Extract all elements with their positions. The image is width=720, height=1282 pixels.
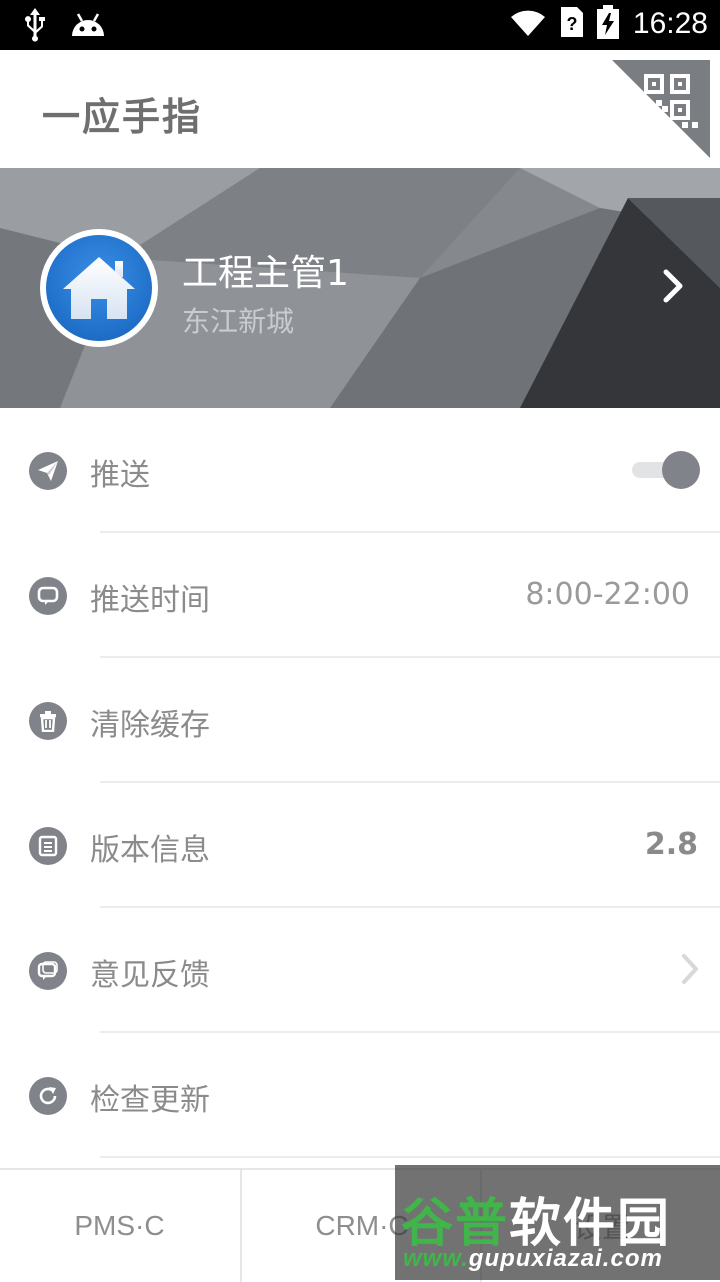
- settings-row-push[interactable]: 推送: [0, 408, 720, 533]
- settings-row-clear-cache[interactable]: 清除缓存: [0, 658, 720, 783]
- wifi-icon: [509, 7, 547, 41]
- app-title: 一应手指: [42, 95, 203, 139]
- tab-pms[interactable]: PMS·C: [0, 1170, 239, 1282]
- settings-row-version[interactable]: 版本信息 2.8: [0, 783, 720, 908]
- push-toggle[interactable]: [632, 450, 700, 490]
- chevron-right-icon: [662, 268, 684, 308]
- qr-code-icon[interactable]: [612, 60, 710, 158]
- divider: [100, 1156, 720, 1158]
- document-icon: [29, 827, 67, 865]
- usb-icon: [22, 8, 48, 46]
- settings-label: 版本信息: [90, 833, 210, 868]
- version-value: 2.8: [644, 827, 698, 862]
- settings-row-push-time[interactable]: 推送时间 8:00-22:00: [0, 533, 720, 658]
- settings-label: 清除缓存: [90, 708, 210, 743]
- settings-label: 意见反馈: [90, 958, 210, 993]
- profile-community: 东江新城: [182, 305, 295, 338]
- profile-banner[interactable]: 工程主管1 东江新城: [0, 168, 720, 408]
- watermark: 谷普软件园 www.gupuxiazai.com: [395, 1165, 720, 1280]
- android-icon: [70, 12, 106, 42]
- settings-row-feedback[interactable]: 意见反馈: [0, 908, 720, 1033]
- settings-label: 检查更新: [90, 1083, 210, 1118]
- battery-charging-icon: [596, 5, 619, 43]
- send-icon: [29, 452, 67, 490]
- settings-row-check-update[interactable]: 检查更新: [0, 1033, 720, 1158]
- push-time-value: 8:00-22:00: [525, 577, 690, 612]
- sim-unknown-icon: ?: [560, 7, 583, 41]
- refresh-icon: [29, 1077, 67, 1115]
- profile-name: 工程主管1: [182, 253, 349, 294]
- avatar[interactable]: [40, 229, 158, 347]
- settings-label: 推送时间: [90, 583, 210, 618]
- message-icon: [29, 577, 67, 615]
- watermark-url: www.gupuxiazai.com: [403, 1245, 663, 1272]
- settings-label: 推送: [90, 458, 150, 493]
- feedback-icon: [29, 952, 67, 990]
- settings-list: 推送 推送时间 8:00-22:00 清除缓存 版本信息 2.8 意见反馈 检查…: [0, 408, 720, 1158]
- app-header: 一应手指: [0, 50, 720, 168]
- status-bar: ? 16:28: [0, 0, 720, 50]
- chevron-right-icon: [680, 952, 700, 990]
- home-icon: [63, 257, 135, 319]
- trash-icon: [29, 702, 67, 740]
- svg-text:?: ?: [566, 14, 577, 34]
- clock-time: 16:28: [632, 7, 708, 40]
